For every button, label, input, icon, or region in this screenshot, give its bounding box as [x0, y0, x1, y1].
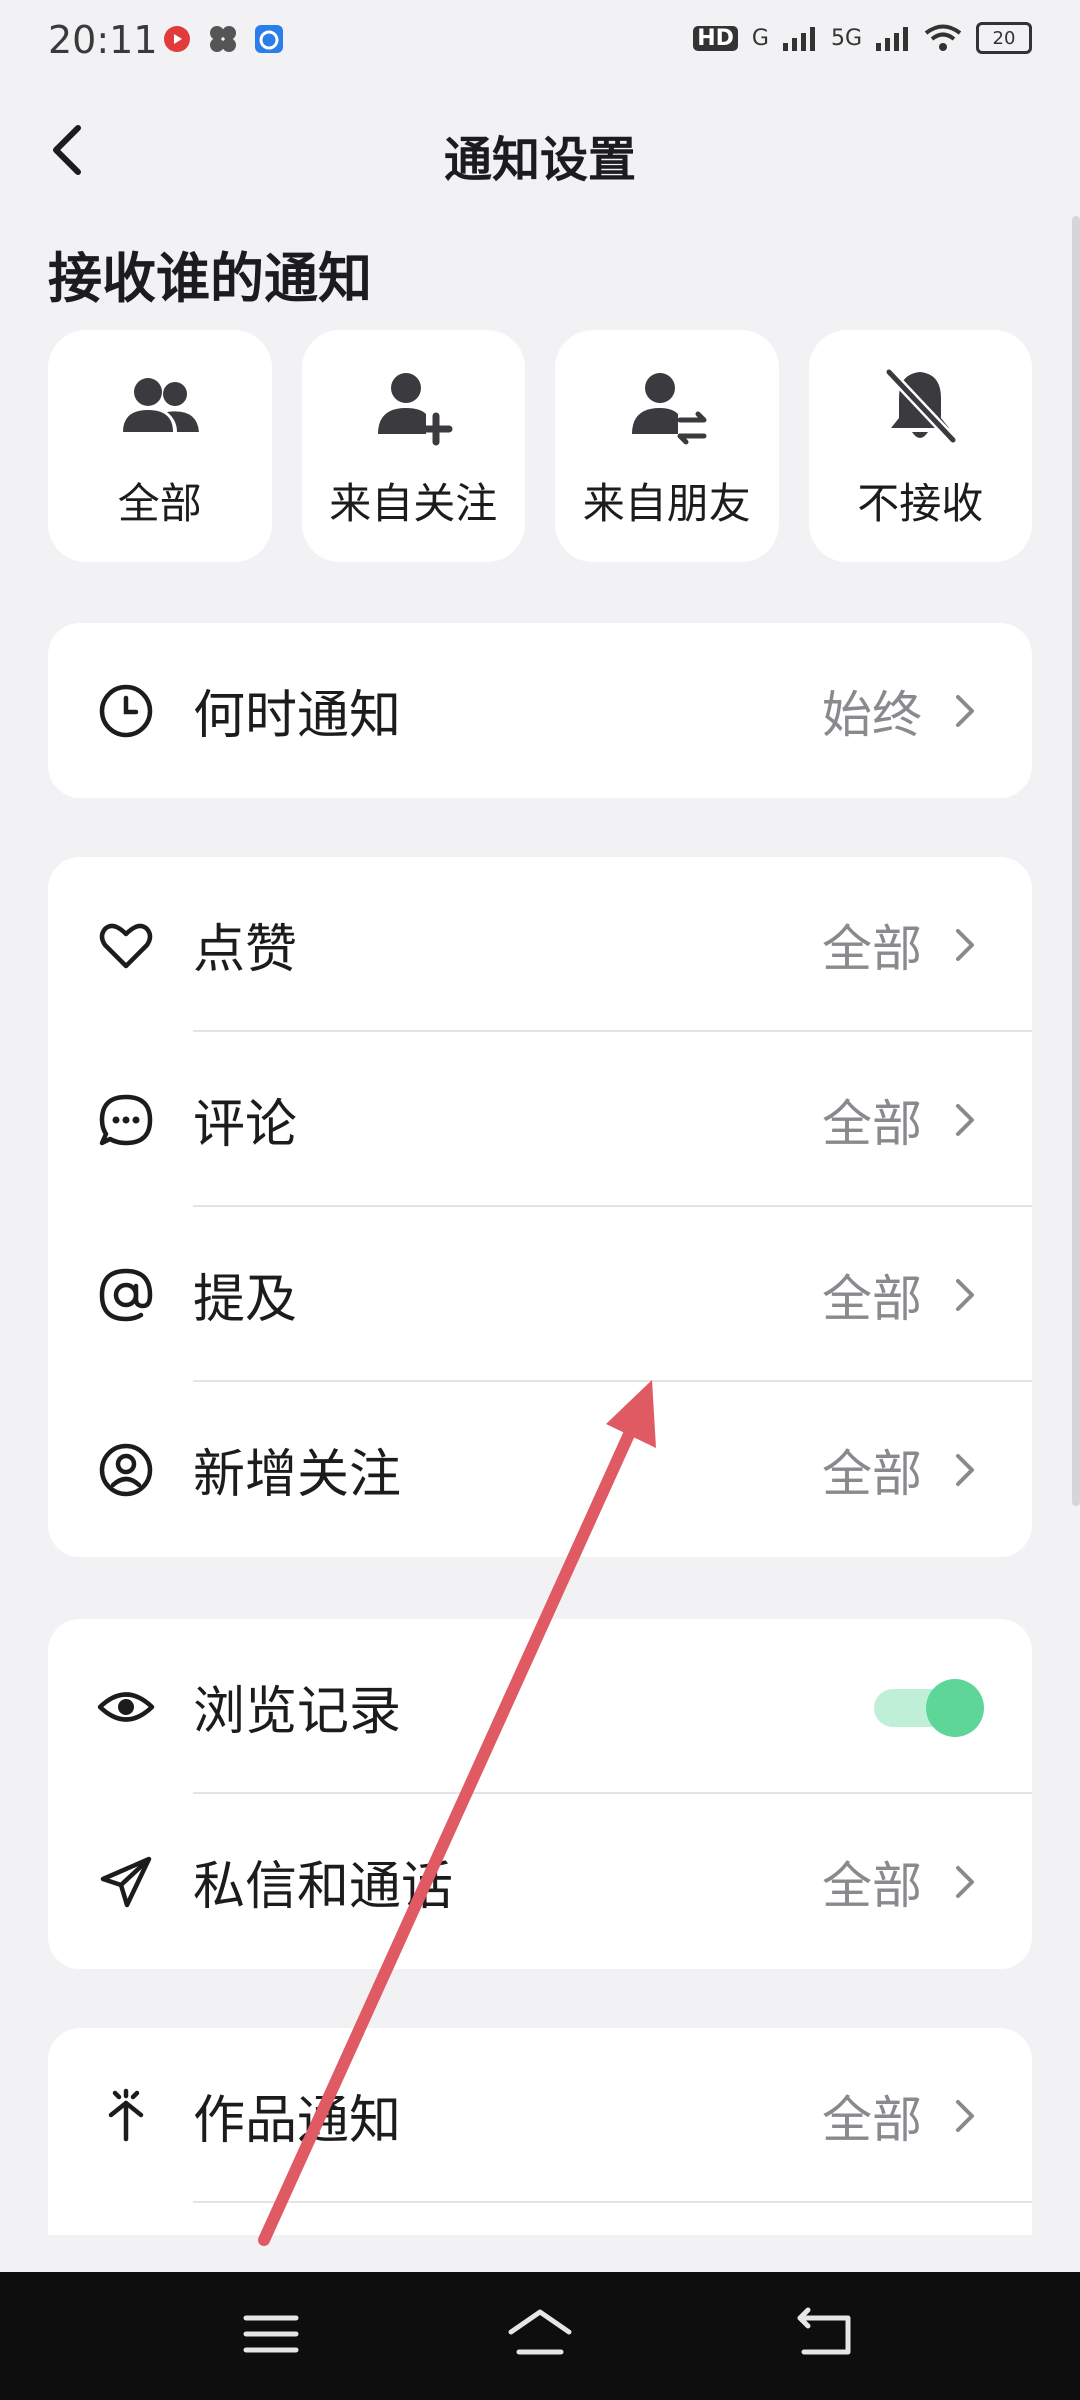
comment-icon: [96, 1090, 156, 1150]
likes-row[interactable]: 点赞 全部: [48, 857, 1032, 1032]
recipient-option-friends[interactable]: 来自朋友: [555, 330, 779, 562]
comments-label: 评论: [193, 1095, 298, 1155]
title-bar: 通知设置: [0, 90, 1080, 210]
mentions-row[interactable]: 提及 全部: [48, 1207, 1032, 1382]
eye-icon: [96, 1677, 156, 1737]
new-followers-value: 全部: [822, 1444, 922, 1503]
signal-2-icon: [876, 27, 908, 51]
recipient-option-label: 不接收: [857, 478, 984, 528]
home-icon: [508, 2309, 572, 2355]
recipient-option-none[interactable]: 不接收: [808, 330, 1032, 562]
person-add-icon: [378, 372, 453, 445]
recipient-option-label: 来自朋友: [582, 478, 751, 528]
signal-1-label: G: [751, 25, 769, 51]
chevron-right-icon: [956, 694, 974, 727]
status-indicators: HD G 5G 20: [693, 22, 1032, 54]
signal-1-icon: [782, 27, 815, 51]
heart-icon: [96, 915, 156, 975]
bell-off-icon: [885, 368, 957, 443]
messages-value: 全部: [822, 1856, 922, 1915]
recipient-option-label: 全部: [117, 478, 202, 528]
wifi-icon: [924, 24, 962, 51]
toggle-knob: [926, 1678, 984, 1737]
chevron-right-icon: [956, 1103, 974, 1136]
fan-app-icon: [206, 22, 240, 56]
signal-2-label: 5G: [830, 25, 862, 51]
status-time: 20:11: [48, 18, 158, 62]
battery-indicator: 20: [976, 22, 1032, 54]
comments-value: 全部: [822, 1094, 922, 1153]
notification-icons: [160, 22, 286, 56]
home-button[interactable]: [505, 2304, 575, 2364]
likes-label: 点赞: [193, 920, 298, 980]
back-nav-button[interactable]: [790, 2304, 860, 2364]
return-icon: [797, 2307, 851, 2355]
mentions-value: 全部: [822, 1269, 922, 1328]
person-exchange-icon: [631, 372, 707, 444]
menu-button[interactable]: [236, 2304, 306, 2364]
browsing-label: 浏览记录: [193, 1682, 402, 1742]
privacy-card: 浏览记录 私信和通话 全部: [48, 1619, 1032, 1969]
video-app-icon: [160, 22, 194, 56]
people-icon: [122, 377, 199, 432]
recipient-option-label: 来自关注: [329, 478, 498, 528]
browsing-toggle[interactable]: [874, 1678, 984, 1737]
comments-row[interactable]: 评论 全部: [48, 1032, 1032, 1207]
scrollbar[interactable]: [1072, 216, 1080, 1506]
menu-icon: [243, 2315, 299, 2353]
divider: [193, 2201, 1032, 2203]
send-icon: [96, 1852, 156, 1912]
when-label: 何时通知: [193, 686, 402, 746]
new-followers-row[interactable]: 新增关注 全部: [48, 1382, 1032, 1557]
recipient-option-all[interactable]: 全部: [48, 330, 272, 562]
status-bar: 20:11 HD G 5G 20: [0, 0, 1080, 84]
works-label: 作品通知: [193, 2091, 402, 2151]
works-value: 全部: [822, 2090, 922, 2149]
chevron-right-icon: [956, 1278, 974, 1311]
recipient-options: 全部 来自关注 来自朋友 不接收: [48, 330, 1032, 562]
chevron-right-icon: [956, 1865, 974, 1898]
when-card: 何时通知 始终: [48, 623, 1032, 798]
messages-label: 私信和通话: [193, 1857, 454, 1917]
when-value: 始终: [822, 685, 922, 744]
interactions-card: 点赞 全部 评论 全部 提及 全部 新增关注 全部: [48, 857, 1032, 1557]
chevron-right-icon: [956, 2099, 974, 2132]
new-followers-label: 新增关注: [193, 1445, 402, 1505]
clock-icon: [96, 681, 156, 741]
chevron-right-icon: [956, 928, 974, 961]
navigation-bar: [0, 2272, 1080, 2400]
recipients-heading: 接收谁的通知: [48, 247, 372, 310]
sparkle-icon: [96, 2086, 156, 2146]
alarm-app-icon: [252, 22, 286, 56]
messages-row[interactable]: 私信和通话 全部: [48, 1794, 1032, 1969]
at-icon: [96, 1265, 156, 1325]
recipient-option-following[interactable]: 来自关注: [301, 330, 525, 562]
works-card: 作品通知 全部: [48, 2028, 1032, 2235]
works-row[interactable]: 作品通知 全部: [48, 2028, 1032, 2203]
page-title: 通知设置: [443, 132, 636, 188]
when-row[interactable]: 何时通知 始终: [48, 623, 1032, 798]
browsing-row: 浏览记录: [48, 1619, 1032, 1794]
mentions-label: 提及: [193, 1270, 298, 1330]
user-circle-icon: [96, 1440, 156, 1500]
hd-indicator: HD: [693, 25, 738, 51]
likes-value: 全部: [822, 919, 922, 978]
chevron-right-icon: [956, 1453, 974, 1486]
